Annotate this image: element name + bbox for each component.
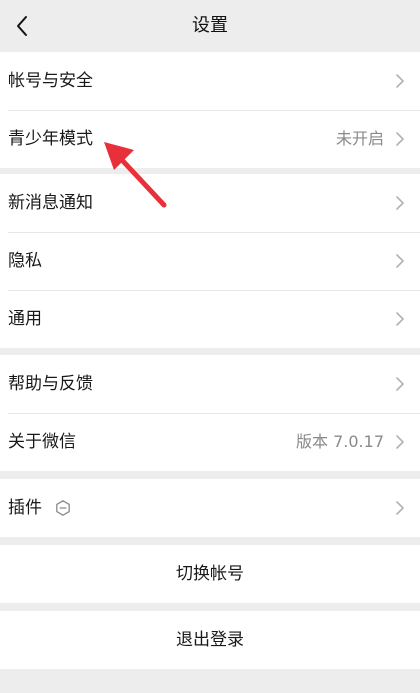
switch-account-button[interactable]: 切换帐号	[0, 545, 420, 603]
settings-item-label: 青少年模式	[8, 129, 93, 149]
settings-item-general[interactable]: 通用	[0, 290, 420, 348]
chevron-right-icon	[396, 74, 404, 88]
chevron-right-icon	[396, 196, 404, 210]
logout-group: 退出登录	[0, 611, 420, 669]
settings-item-account-security[interactable]: 帐号与安全	[0, 52, 420, 110]
settings-group-about: 帮助与反馈 关于微信 版本 7.0.17	[0, 355, 420, 471]
version-text: 版本 7.0.17	[296, 432, 384, 451]
nav-bar: 设置	[0, 0, 420, 52]
settings-item-label: 通用	[8, 309, 42, 329]
settings-item-help-feedback[interactable]: 帮助与反馈	[0, 355, 420, 413]
settings-group-account: 帐号与安全 青少年模式 未开启	[0, 52, 420, 168]
settings-item-about-wechat[interactable]: 关于微信 版本 7.0.17	[0, 413, 420, 471]
settings-item-label: 关于微信	[8, 432, 76, 452]
settings-item-label: 隐私	[8, 251, 42, 271]
settings-item-label: 插件	[8, 479, 72, 537]
switch-account-group: 切换帐号	[0, 545, 420, 603]
chevron-right-icon	[396, 377, 404, 391]
settings-item-notifications[interactable]: 新消息通知	[0, 174, 420, 232]
settings-group-plugins: 插件	[0, 479, 420, 537]
settings-item-privacy[interactable]: 隐私	[0, 232, 420, 290]
plugins-label-text: 插件	[8, 498, 42, 518]
plugin-hexagon-icon	[56, 500, 70, 516]
chevron-right-icon	[396, 501, 404, 515]
settings-group-general: 新消息通知 隐私 通用	[0, 174, 420, 348]
logout-button[interactable]: 退出登录	[0, 611, 420, 669]
page-title: 设置	[192, 15, 228, 36]
settings-item-label: 帮助与反馈	[8, 374, 93, 394]
settings-item-plugins[interactable]: 插件	[0, 479, 420, 537]
chevron-right-icon	[396, 435, 404, 449]
settings-item-teen-mode[interactable]: 青少年模式 未开启	[0, 110, 420, 168]
chevron-right-icon	[396, 312, 404, 326]
chevron-right-icon	[396, 254, 404, 268]
teen-mode-status: 未开启	[335, 129, 384, 148]
settings-item-label: 新消息通知	[8, 193, 93, 213]
settings-item-label: 帐号与安全	[8, 71, 93, 91]
chevron-right-icon	[396, 132, 404, 146]
